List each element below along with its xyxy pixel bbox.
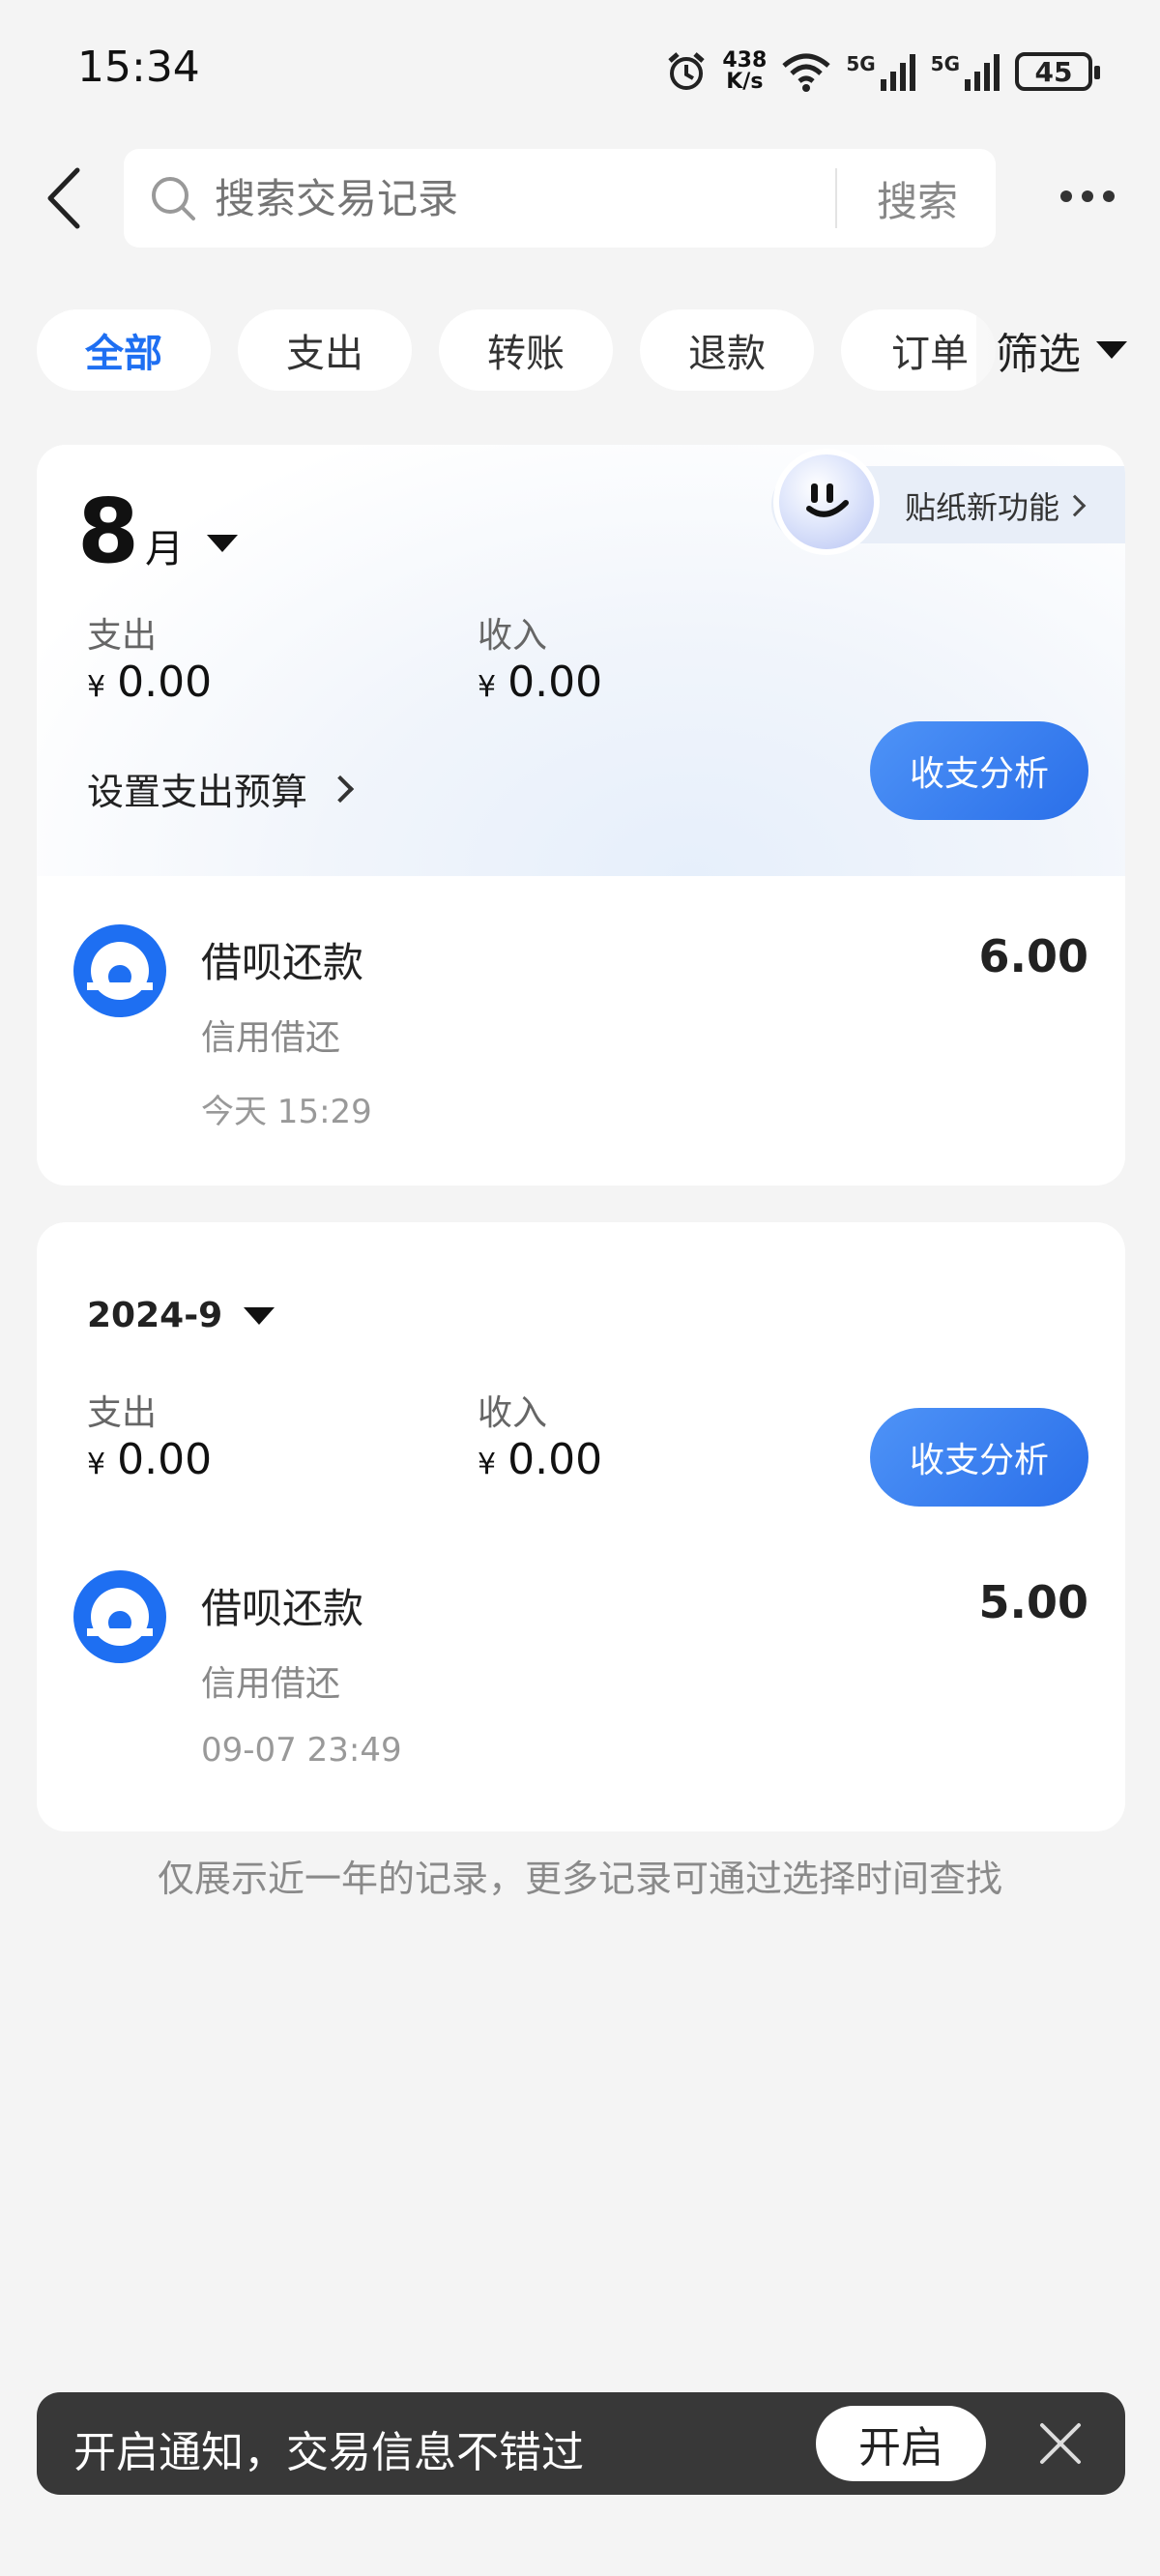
- expense-label: 支出: [87, 616, 158, 656]
- expense-label: 支出: [87, 1393, 158, 1433]
- tab-order[interactable]: 订单: [841, 309, 996, 391]
- network-speed-unit: K/s: [726, 70, 764, 94]
- transaction-category: 信用借还: [201, 1018, 341, 1058]
- search-divider: [835, 168, 837, 228]
- caret-down-icon: [244, 1306, 276, 1325]
- more-dot-icon: [1060, 190, 1072, 202]
- back-button[interactable]: [35, 166, 93, 230]
- currency-symbol: ¥: [87, 1448, 106, 1481]
- transaction-title: 借呗还款: [201, 939, 364, 986]
- month-unit: 月: [145, 527, 185, 571]
- signal-bars-icon: [965, 54, 1000, 91]
- wifi-icon: [782, 53, 830, 92]
- income-label: 收入: [478, 1393, 548, 1433]
- transaction-amount: 5.00: [978, 1576, 1089, 1628]
- caret-down-icon: [207, 535, 239, 552]
- search-button[interactable]: 搜索: [839, 149, 996, 248]
- expense-amount: 0.00: [117, 658, 213, 707]
- signal-1-label: 5G: [846, 52, 876, 75]
- income-label: 收入: [478, 616, 548, 656]
- month-number: 8: [77, 480, 140, 583]
- enable-notification-button[interactable]: 开启: [816, 2406, 986, 2481]
- signal-1: 5G: [846, 52, 916, 91]
- header: 搜索: [0, 145, 1160, 251]
- status-time: 15:34: [77, 43, 200, 92]
- income-amount: 0.00: [508, 1435, 603, 1484]
- transaction-time: 今天 15:29: [201, 1093, 372, 1131]
- filter-tabs: 全部 支出 转账 退款 订单 筛选: [0, 306, 1160, 395]
- transaction-amount: 6.00: [978, 930, 1089, 982]
- transaction-time: 09-07 23:49: [201, 1731, 402, 1770]
- transaction-category: 信用借还: [201, 1664, 341, 1704]
- expense-value: ¥0.00: [87, 1435, 212, 1484]
- tab-all[interactable]: 全部: [37, 309, 211, 391]
- transaction-title: 借呗还款: [201, 1585, 364, 1632]
- search-icon: [152, 177, 195, 220]
- tab-refund[interactable]: 退款: [640, 309, 814, 391]
- period-summary-card: 2024-9 支出 ¥0.00 收入 ¥0.00 收支分析 借呗还款 信用借还 …: [37, 1222, 1125, 1831]
- close-icon: [1040, 2423, 1081, 2464]
- alarm-icon: [668, 52, 706, 90]
- smile-icon: [806, 483, 849, 517]
- signal-2-label: 5G: [930, 52, 960, 75]
- period-selector[interactable]: 2024-9: [87, 1296, 276, 1335]
- status-bar: 15:34 438 K/s 5G 5G 45: [0, 0, 1160, 145]
- currency-symbol: ¥: [478, 1448, 497, 1481]
- notification-banner: 开启通知，交易信息不错过 开启: [37, 2392, 1125, 2495]
- income-expense-analysis-button[interactable]: 收支分析: [870, 721, 1088, 820]
- income-value: ¥0.00: [478, 1435, 602, 1484]
- sticker-feature-label: 贴纸新功能: [905, 489, 1060, 526]
- more-options-button[interactable]: [1044, 172, 1131, 220]
- jiebei-logo-icon: [73, 1570, 166, 1663]
- expense-value: ¥0.00: [87, 658, 212, 707]
- filter-label: 筛选: [996, 330, 1081, 379]
- more-dot-icon: [1082, 190, 1093, 202]
- more-dot-icon: [1103, 190, 1115, 202]
- month-summary-card: 贴纸新功能 8 月 支出 ¥0.00 收入 ¥0.00 设置支出预算 收支分析 …: [37, 445, 1125, 1186]
- set-budget-label: 设置支出预算: [87, 771, 308, 813]
- currency-symbol: ¥: [87, 670, 106, 704]
- chevron-right-icon: [1063, 494, 1087, 517]
- signal-2: 5G: [931, 52, 1001, 91]
- jiebei-logo-icon: [73, 924, 166, 1017]
- search-box[interactable]: 搜索: [124, 149, 996, 248]
- signal-bars-icon: [880, 54, 915, 91]
- set-budget-link[interactable]: 设置支出预算: [87, 762, 355, 815]
- month-selector[interactable]: 8 月: [77, 480, 239, 583]
- currency-symbol: ¥: [478, 670, 497, 704]
- search-input[interactable]: [215, 170, 930, 226]
- filter-button[interactable]: 筛选: [976, 306, 1160, 395]
- history-footnote: 仅展示近一年的记录，更多记录可通过选择时间查找: [157, 1858, 1002, 1900]
- expense-amount: 0.00: [117, 1435, 213, 1484]
- notification-text: 开启通知，交易信息不错过: [73, 2428, 584, 2477]
- status-icons: 438 K/s 5G 5G 45: [664, 44, 1100, 99]
- sticker-face-icon[interactable]: [773, 449, 880, 555]
- close-banner-button[interactable]: [1032, 2415, 1088, 2472]
- tab-transfer[interactable]: 转账: [439, 309, 613, 391]
- income-amount: 0.00: [508, 658, 603, 707]
- caret-down-icon: [1096, 341, 1127, 359]
- network-speed-value: 438: [722, 48, 768, 73]
- network-speed: 438 K/s: [722, 50, 767, 93]
- income-expense-analysis-button[interactable]: 收支分析: [870, 1408, 1088, 1507]
- income-value: ¥0.00: [478, 658, 602, 707]
- tab-expense[interactable]: 支出: [238, 309, 412, 391]
- battery-indicator: 45: [1015, 52, 1100, 91]
- period-label: 2024-9: [87, 1296, 223, 1335]
- back-arrow-icon: [47, 167, 80, 229]
- sticker-feature-link[interactable]: 贴纸新功能: [905, 483, 1087, 528]
- chevron-right-icon: [326, 775, 355, 803]
